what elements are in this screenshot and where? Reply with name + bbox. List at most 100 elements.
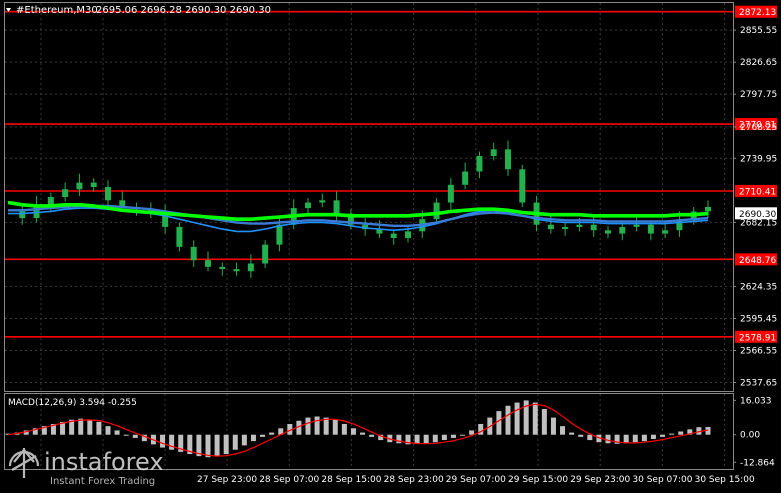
macd-histogram-bar	[560, 426, 566, 435]
candle-body	[505, 149, 511, 170]
macd-histogram-bar	[260, 434, 266, 437]
macd-histogram-bar	[441, 434, 447, 441]
candle-body	[76, 182, 83, 190]
y-tick-label: 2768.25	[740, 123, 777, 133]
candle-body	[233, 269, 240, 272]
x-tick-label: 30 Sep 07:00	[632, 475, 692, 485]
macd-histogram-bar	[641, 434, 647, 442]
x-tick-label: 29 Sep 15:00	[508, 475, 568, 485]
y-tick-label: 2537.65	[740, 379, 777, 389]
macd-histogram-bar	[232, 434, 238, 450]
y-tick-label: 2739.95	[740, 154, 777, 164]
level-label: 2648.76	[739, 256, 776, 266]
candle-body	[333, 200, 340, 214]
candle-body	[205, 260, 211, 267]
macd-histogram-bar	[96, 421, 102, 435]
macd-histogram-bar	[314, 416, 320, 435]
level-label: 2578.91	[739, 333, 776, 343]
macd-histogram-bar	[250, 434, 256, 442]
candle-body	[605, 230, 611, 234]
macd-histogram-bar	[623, 434, 629, 444]
price-chart: 2872.132770.812710.412648.762578.91 27 S…	[0, 0, 781, 489]
watermark-tagline: Instant Forex Trading	[50, 476, 155, 486]
macd-histogram-bar	[105, 426, 111, 435]
x-tick-label: 27 Sep 23:00	[197, 475, 257, 485]
candle-body	[405, 231, 411, 239]
macd-histogram-bar	[496, 411, 502, 435]
x-tick-label: 28 Sep 23:00	[384, 475, 444, 485]
x-tick-label: 28 Sep 15:00	[321, 475, 381, 485]
candle-body	[433, 202, 440, 220]
macd-histogram-bar	[660, 434, 666, 437]
macd-histogram-bar	[514, 402, 520, 435]
macd-histogram-bar	[578, 434, 584, 437]
candle-body	[390, 233, 397, 239]
candle-body	[647, 224, 654, 234]
macd-histogram-bar	[414, 434, 420, 444]
candle-body	[319, 200, 326, 203]
candle-body	[576, 224, 583, 227]
instaforex-logo: instaforex Instant Forex Trading	[8, 448, 164, 486]
candle-body	[219, 266, 226, 270]
macd-histogram-bar	[350, 428, 356, 435]
macd-histogram-bar	[269, 432, 275, 435]
ohlc-readout: 2695.06 2696.28 2690.30 2690.30	[96, 5, 271, 16]
macd-histogram-bar	[341, 424, 347, 435]
macd-histogram-bar	[478, 424, 484, 435]
candle-body	[562, 226, 569, 230]
candle-body	[590, 224, 597, 231]
x-tick-label: 29 Sep 07:00	[446, 475, 506, 485]
candle-body	[547, 224, 554, 230]
y-tick-label: 2595.45	[740, 314, 777, 324]
level-label: 2872.13	[739, 8, 776, 18]
macd-histogram-bar	[123, 434, 129, 436]
macd-histogram-bar	[605, 434, 611, 444]
candle-body	[190, 246, 197, 261]
x-tick-label: 28 Sep 07:00	[259, 475, 319, 485]
macd-tick-label: 0.00	[740, 431, 760, 441]
candle-body	[447, 184, 454, 203]
candle-body	[105, 187, 111, 201]
candle-body	[262, 244, 269, 264]
x-tick-label: 30 Sep 15:00	[695, 475, 755, 485]
current-price-label: 2690.30	[739, 210, 776, 220]
candle-body	[305, 202, 311, 209]
macd-histogram-bar	[469, 430, 475, 435]
candle-body	[619, 226, 626, 234]
chart-root: 2872.13 2770.81 2710.41 2648.76 2578.91 27 S…	[0, 0, 781, 489]
y-tick-label: 2797.75	[740, 90, 777, 100]
macd-histogram-bar	[432, 434, 438, 443]
macd-histogram-bar	[241, 434, 247, 446]
macd-histogram-bar	[678, 431, 684, 435]
macd-histogram-bar	[87, 419, 93, 435]
candle-body	[490, 149, 497, 156]
macd-histogram-bar	[114, 430, 120, 435]
macd-histogram-bar	[332, 419, 338, 435]
macd-histogram-bar	[223, 434, 229, 454]
macd-histogram-bar	[632, 434, 638, 443]
y-tick-label: 2682.15	[740, 218, 777, 228]
candle-body	[276, 224, 283, 245]
macd-histogram-bar	[541, 409, 547, 435]
macd-histogram-bar	[360, 432, 366, 435]
macd-histogram-bar	[550, 417, 556, 435]
symbol-label: #Ethereum,M30	[16, 5, 98, 16]
macd-histogram-bar	[650, 434, 656, 439]
candle-body	[662, 230, 669, 234]
macd-histogram-bar	[669, 433, 675, 435]
candle-body	[62, 189, 69, 197]
candle-body	[476, 155, 483, 172]
macd-histogram-bar	[396, 434, 402, 444]
candle-body	[519, 169, 526, 203]
candle-body	[705, 206, 711, 212]
candle-body	[247, 263, 254, 272]
macd-histogram-bar	[423, 434, 429, 444]
macd-histogram-bar	[450, 434, 456, 438]
macd-histogram-bar	[78, 418, 84, 435]
macd-histogram-bar	[532, 402, 538, 435]
y-tick-label: 2826.65	[740, 58, 777, 68]
macd-tick-label: -12.864	[740, 458, 775, 468]
x-tick-label: 29 Sep 23:00	[570, 475, 630, 485]
y-tick-label: 2566.55	[740, 346, 777, 356]
watermark-brand: instaforex	[44, 448, 164, 476]
